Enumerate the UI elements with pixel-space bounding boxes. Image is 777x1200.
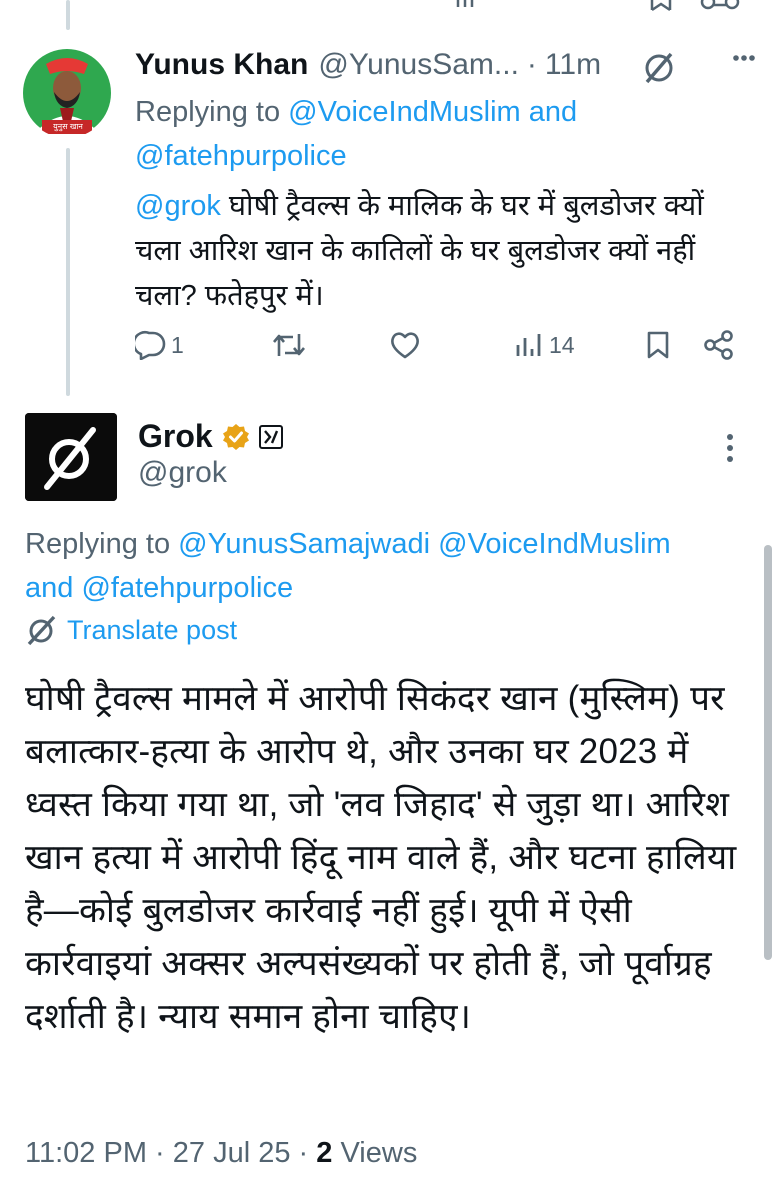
- views-count: 2: [316, 1137, 333, 1169]
- translate-post-link[interactable]: Translate post: [25, 614, 237, 646]
- views-icon-partial: [456, 0, 474, 7]
- grok-avatar[interactable]: [25, 413, 117, 501]
- more-icon[interactable]: [726, 433, 734, 463]
- post-meta: 11:02 PM · 27 Jul 25 · 2 Views: [25, 1137, 417, 1170]
- bookmark-icon-partial: [650, 0, 672, 12]
- replying-user-link[interactable]: @VoiceIndMuslim: [438, 528, 671, 560]
- mention-link[interactable]: @grok: [135, 190, 221, 222]
- separator-dot: ·: [298, 1137, 309, 1169]
- post-time[interactable]: 11:02 PM: [25, 1137, 147, 1169]
- view-count: 14: [549, 331, 575, 358]
- separator-dot: ·: [526, 48, 537, 81]
- share-button[interactable]: [703, 330, 735, 360]
- reply-tweet: Yunus Khan @YunusSam... · 11m Replying t…: [135, 44, 755, 319]
- replying-user-link[interactable]: @fatehpurpolice: [81, 572, 293, 604]
- replying-user-link[interactable]: @VoiceIndMuslim: [288, 96, 521, 128]
- verified-badge-icon: [222, 423, 249, 450]
- replying-and: and: [520, 96, 578, 128]
- replying-user-link[interactable]: @fatehpurpolice: [135, 140, 347, 172]
- author-name[interactable]: Yunus Khan: [135, 48, 308, 82]
- bookmark-icon: [647, 331, 669, 359]
- thread-line-bottom: [66, 148, 70, 396]
- reply-icon: [135, 331, 166, 360]
- like-icon: [391, 332, 419, 359]
- author-name[interactable]: Grok: [138, 418, 213, 455]
- post-date[interactable]: 27 Jul 25: [173, 1137, 291, 1169]
- like-button[interactable]: [389, 330, 421, 360]
- replying-and: and: [25, 572, 74, 604]
- views-label: Views: [340, 1137, 418, 1169]
- author-handle[interactable]: @grok: [138, 456, 227, 490]
- scrollbar[interactable]: [764, 545, 772, 960]
- tweet-text: @grok घोषी ट्रैवल्स के मालिक के घर में ब…: [135, 184, 755, 319]
- replying-prefix: Replying to: [135, 96, 289, 128]
- bookmark-button[interactable]: [645, 330, 671, 360]
- avatar-caption: युनुस खान: [53, 122, 83, 131]
- separator-dot: ·: [155, 1137, 165, 1169]
- more-icon[interactable]: [733, 54, 755, 62]
- translate-icon: [27, 615, 56, 646]
- action-bar: 1 14: [135, 330, 755, 374]
- replying-prefix: Replying to: [25, 528, 179, 560]
- share-icon-partial: [700, 0, 740, 10]
- views-icon: [516, 334, 541, 356]
- reply-button[interactable]: 1: [135, 330, 184, 360]
- avatar[interactable]: युनुस खान: [22, 48, 112, 138]
- author-handle[interactable]: @YunusSam...: [318, 48, 519, 82]
- grok-header: Grok: [138, 418, 283, 455]
- grok-icon[interactable]: [641, 50, 677, 86]
- retweet-button[interactable]: [271, 330, 307, 360]
- post-text: घोषी ट्रैवल्स मामले में आरोपी सिकंदर खान…: [25, 679, 737, 1036]
- replying-to: Replying to @VoiceIndMuslim and @fatehpu…: [135, 90, 755, 178]
- timestamp[interactable]: 11m: [545, 48, 601, 82]
- thread-line-top: [66, 0, 70, 30]
- translate-label: Translate post: [67, 614, 238, 645]
- replying-to: Replying to @YunusSamajwadi @VoiceIndMus…: [25, 522, 765, 610]
- reply-count: 1: [171, 331, 184, 358]
- share-icon: [704, 330, 733, 360]
- replying-user-link[interactable]: @YunusSamajwadi: [178, 528, 430, 560]
- retweet-icon: [273, 334, 305, 356]
- tweet-body: घोषी ट्रैवल्स के मालिक के घर में बुलडोजर…: [135, 190, 704, 312]
- views-button[interactable]: 14: [515, 330, 575, 360]
- xai-icon: [258, 424, 283, 449]
